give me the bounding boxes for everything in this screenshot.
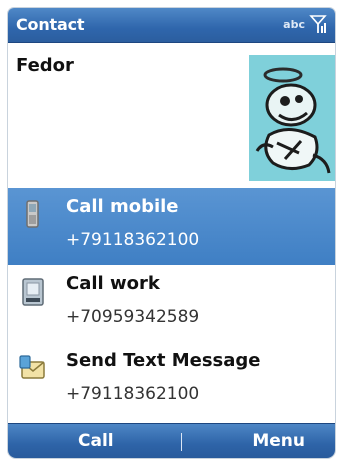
- screen-title: Contact: [16, 15, 85, 34]
- action-number: +70959342589: [66, 307, 200, 327]
- contact-name: Fedor: [16, 55, 74, 76]
- title-bar: Contact abc: [8, 8, 335, 43]
- mobile-phone-icon: [18, 198, 48, 230]
- action-call-work[interactable]: Call work +70959342589: [8, 265, 335, 342]
- text-message-icon: [18, 352, 48, 384]
- call-softkey[interactable]: Call: [78, 431, 114, 451]
- softkey-divider: [181, 433, 182, 451]
- contact-header: Fedor: [8, 43, 335, 185]
- input-mode-indicator: abc: [283, 18, 305, 31]
- softkey-bar: Call Menu: [8, 423, 335, 458]
- action-number: +79118362100: [66, 384, 200, 404]
- contact-photo: [249, 55, 335, 181]
- action-call-mobile[interactable]: Call mobile +79118362100: [8, 188, 335, 265]
- menu-softkey[interactable]: Menu: [252, 431, 305, 451]
- action-label: Send Text Message: [66, 350, 261, 371]
- action-list: Call mobile +79118362100 Call work +7095…: [8, 188, 335, 419]
- office-phone-icon: [18, 275, 48, 307]
- action-number: +79118362100: [66, 230, 200, 250]
- action-label: Call work: [66, 273, 160, 294]
- action-send-text-message[interactable]: Send Text Message +79118362100: [8, 342, 335, 419]
- signal-icon: [309, 14, 327, 34]
- phone-screen: Contact abc Fedor Call mobile +791183621…: [8, 8, 335, 458]
- action-label: Call mobile: [66, 196, 179, 217]
